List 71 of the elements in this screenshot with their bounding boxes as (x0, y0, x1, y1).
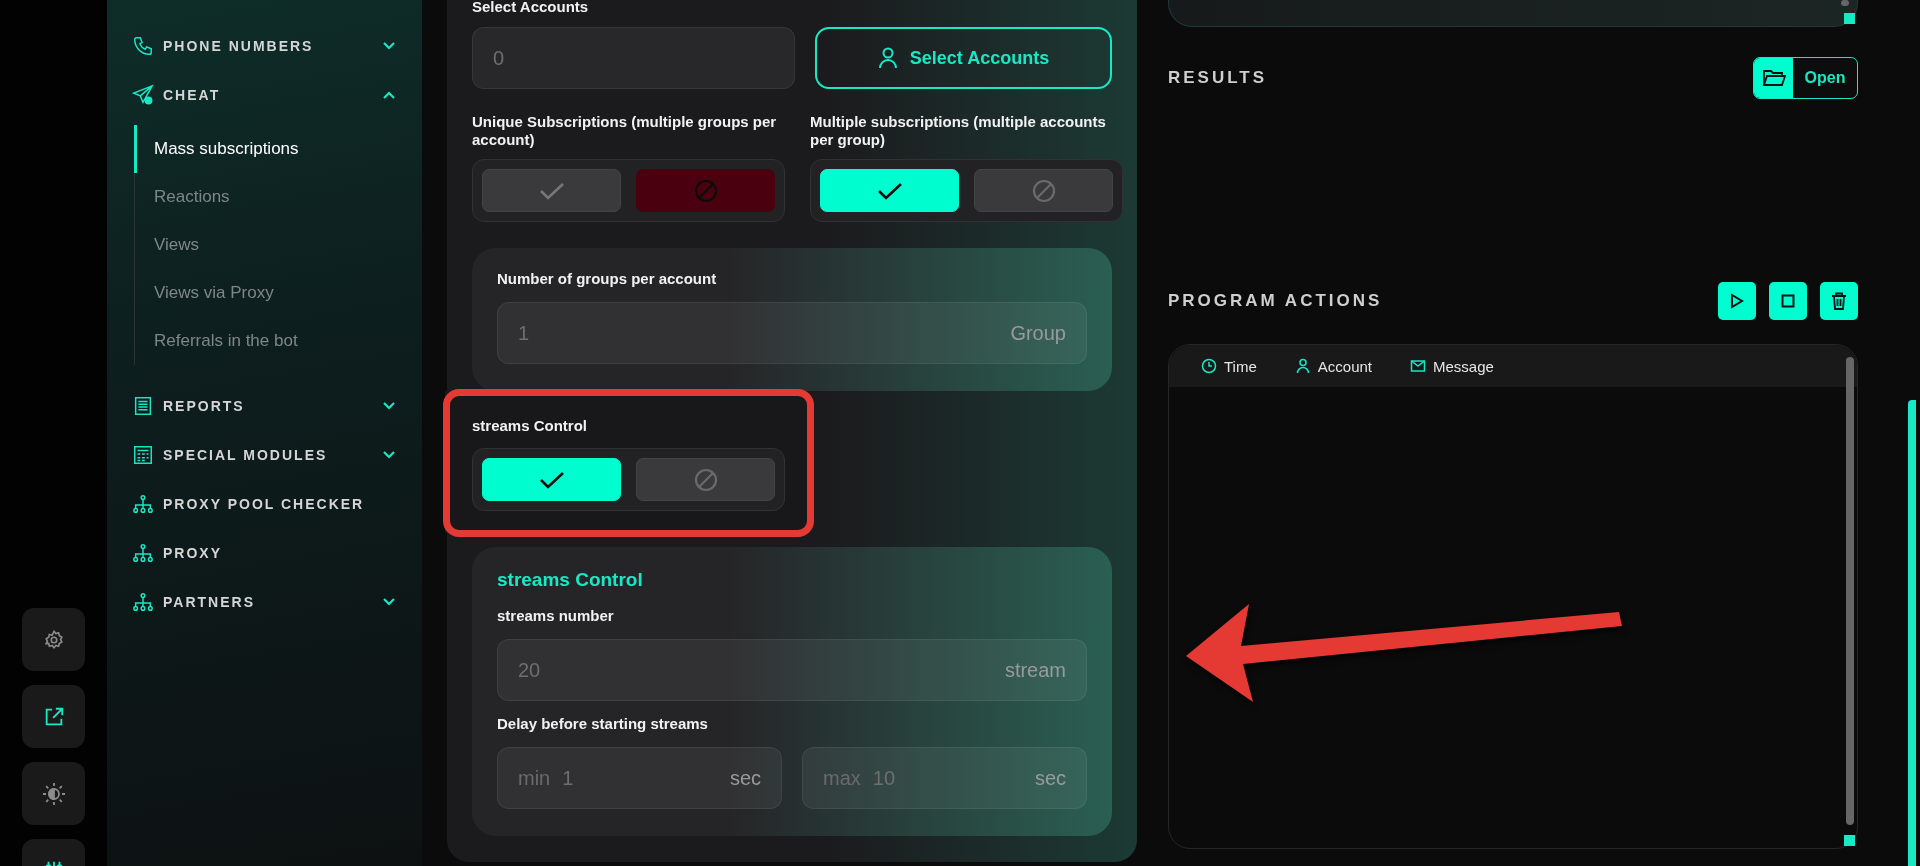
rail-button[interactable] (22, 685, 85, 748)
nav-item[interactable]: SPECIAL MODULES (107, 430, 422, 479)
rail-button[interactable] (22, 762, 85, 825)
stop-icon (1781, 294, 1795, 308)
open-button[interactable]: Open (1753, 57, 1858, 99)
hierarchy-icon (132, 590, 154, 613)
user-icon (1294, 358, 1311, 374)
field-label: Delay before starting streams (497, 715, 709, 733)
disable-button[interactable] (636, 458, 775, 501)
nav-item[interactable]: CHEAT (107, 70, 422, 119)
play-button[interactable] (1718, 282, 1756, 320)
sun-moon-icon (41, 781, 66, 806)
ban-icon (693, 467, 718, 492)
submenu-item[interactable]: Views via Proxy (134, 269, 422, 317)
text-area[interactable] (1168, 0, 1858, 27)
unit-label: sec (1034, 766, 1066, 790)
resize-handle[interactable] (1844, 13, 1855, 24)
column-header: Account (1294, 357, 1372, 375)
trash-icon (1831, 292, 1847, 310)
document-icon (132, 394, 154, 417)
check-icon (875, 180, 904, 201)
delete-button[interactable] (1820, 282, 1858, 320)
field-label: Select Accounts (472, 0, 590, 13)
card-title: streams Control (497, 569, 644, 591)
submenu-item[interactable]: Mass subscriptions (134, 125, 422, 173)
nav-item[interactable]: PROXY POOL CHECKER (107, 479, 422, 528)
play-icon (1730, 293, 1744, 309)
ban-icon (693, 178, 718, 203)
ban-icon (1031, 178, 1056, 203)
phone-icon (132, 34, 154, 57)
delay-field[interactable]: min 1 sec (497, 747, 782, 809)
clock-icon (1201, 358, 1217, 374)
field-label: streams number (497, 607, 615, 625)
rail-button[interactable] (22, 608, 85, 671)
submenu-item[interactable]: Reactions (134, 173, 422, 221)
check-icon (537, 180, 566, 201)
unit-label: sec (729, 766, 761, 790)
submenu-item[interactable]: Referrals in the bot (134, 317, 422, 365)
check-icon (537, 469, 566, 490)
field-label: streams Control (472, 417, 589, 435)
field-label: Multiple subscriptions (multiple accounts per group) (810, 113, 1107, 149)
hierarchy-icon (132, 541, 154, 564)
paper-plane-icon (132, 83, 154, 106)
column-header: Time (1201, 357, 1257, 375)
scrollbar-thumb[interactable] (1846, 357, 1854, 825)
field-prefix: min (518, 766, 551, 790)
stop-button[interactable] (1769, 282, 1807, 320)
scrollbar-thumb[interactable] (1908, 400, 1916, 866)
field-prefix: max (823, 766, 861, 790)
section-title: RESULTS (1168, 68, 1268, 88)
resize-handle[interactable] (1844, 835, 1855, 846)
select-accounts-button[interactable]: Select Accounts (815, 27, 1112, 89)
nav-item[interactable]: REPORTS (107, 381, 422, 430)
calculator-icon (132, 443, 154, 466)
field-label: Unique Subscriptions (multiple groups per account) (472, 113, 778, 149)
section-title: PROGRAM ACTIONS (1168, 291, 1383, 311)
column-header: Message (1410, 357, 1494, 375)
unit-label: stream (1004, 658, 1066, 682)
nav-item[interactable]: PROXY (107, 528, 422, 577)
nav-item[interactable]: PARTNERS (107, 577, 422, 626)
folder-icon (1761, 68, 1786, 88)
submenu-item[interactable]: Views (134, 221, 422, 269)
user-icon (877, 47, 898, 69)
nav-item[interactable]: PHONE NUMBERS (107, 21, 422, 70)
mail-icon (1410, 358, 1426, 374)
scrollbar-thumb[interactable] (1841, 0, 1849, 6)
unit-label: Group (1010, 321, 1066, 345)
field-label: Number of groups per account (497, 270, 718, 288)
disable-button[interactable] (974, 169, 1113, 212)
hierarchy-icon (132, 492, 154, 515)
settings-icon (42, 628, 65, 651)
